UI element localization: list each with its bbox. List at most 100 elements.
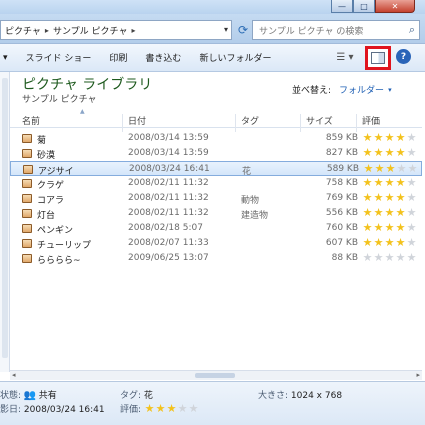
- column-header-rating[interactable]: 評価: [362, 114, 380, 127]
- close-button[interactable]: ✕: [375, 0, 415, 13]
- star-icon[interactable]: ★: [384, 207, 395, 219]
- star-icon[interactable]: ★: [373, 132, 384, 144]
- scroll-right-icon[interactable]: ▸: [416, 371, 420, 379]
- star-icon[interactable]: ★: [406, 207, 417, 219]
- breadcrumb-separator-icon[interactable]: ▸: [131, 26, 135, 35]
- breadcrumb-sample-pictures[interactable]: サンプル ピクチャ: [53, 24, 128, 37]
- horizontal-scrollbar[interactable]: ◂ ▸: [10, 370, 422, 380]
- file-row[interactable]: クラゲ 2008/02/11 11:32 758 KB ★ ★ ★ ★ ★: [10, 176, 422, 191]
- rating-stars[interactable]: ★ ★ ★ ★ ★: [362, 252, 417, 264]
- star-icon[interactable]: ★: [395, 132, 406, 144]
- star-icon[interactable]: ★: [144, 402, 155, 415]
- arrange-by-dropdown[interactable]: フォルダー: [339, 83, 384, 96]
- star-icon[interactable]: ★: [384, 147, 395, 159]
- star-icon[interactable]: ★: [373, 192, 384, 204]
- star-icon[interactable]: ★: [188, 402, 199, 415]
- address-dropdown-icon[interactable]: ▾: [224, 25, 228, 34]
- file-row[interactable]: チューリップ 2008/02/07 11:33 607 KB ★ ★ ★ ★ ★: [10, 236, 422, 251]
- star-icon[interactable]: ★: [384, 237, 395, 249]
- star-icon[interactable]: ★: [395, 222, 406, 234]
- rating-stars[interactable]: ★ ★ ★ ★ ★: [144, 402, 199, 415]
- star-icon[interactable]: ★: [384, 177, 395, 189]
- print-button[interactable]: 印刷: [100, 47, 136, 69]
- search-icon[interactable]: ⌕: [409, 23, 415, 37]
- address-bar[interactable]: ピクチャ ▸ サンプル ピクチャ ▸ ▾: [0, 20, 232, 40]
- star-icon[interactable]: ★: [384, 132, 395, 144]
- star-icon[interactable]: ★: [362, 252, 373, 264]
- refresh-icon[interactable]: ⟳: [234, 20, 252, 40]
- star-icon[interactable]: ★: [384, 252, 395, 264]
- breadcrumb-separator-icon[interactable]: ▸: [45, 26, 49, 35]
- file-row[interactable]: 砂漠 2008/03/14 13:59 827 KB ★ ★ ★ ★ ★: [10, 146, 422, 161]
- slideshow-button[interactable]: スライド ショー: [17, 47, 101, 69]
- file-row-selected[interactable]: アジサイ 2008/03/24 16:41 花 589 KB ★ ★ ★ ★ ★: [10, 161, 422, 177]
- rating-stars[interactable]: ★ ★ ★ ★ ★: [363, 163, 418, 175]
- star-icon[interactable]: ★: [407, 163, 418, 175]
- star-icon[interactable]: ★: [362, 177, 373, 189]
- rating-stars[interactable]: ★ ★ ★ ★ ★: [362, 207, 417, 219]
- star-icon[interactable]: ★: [373, 207, 384, 219]
- star-icon[interactable]: ★: [362, 147, 373, 159]
- new-folder-button[interactable]: 新しいフォルダー: [190, 47, 280, 69]
- star-icon[interactable]: ★: [362, 192, 373, 204]
- scrollbar-thumb[interactable]: [195, 373, 235, 378]
- star-icon[interactable]: ★: [374, 163, 385, 175]
- star-icon[interactable]: ★: [155, 402, 166, 415]
- star-icon[interactable]: ★: [384, 192, 395, 204]
- star-icon[interactable]: ★: [373, 222, 384, 234]
- rating-stars[interactable]: ★ ★ ★ ★ ★: [362, 237, 417, 249]
- navigation-scrollbar[interactable]: [2, 78, 8, 358]
- star-icon[interactable]: ★: [373, 177, 384, 189]
- burn-button[interactable]: 書き込む: [136, 47, 190, 69]
- star-icon[interactable]: ★: [406, 132, 417, 144]
- rating-stars[interactable]: ★ ★ ★ ★ ★: [362, 192, 417, 204]
- help-icon[interactable]: ?: [396, 49, 411, 64]
- star-icon[interactable]: ★: [406, 177, 417, 189]
- minimize-button[interactable]: —: [331, 0, 353, 13]
- star-icon[interactable]: ★: [166, 402, 177, 415]
- preview-pane-button[interactable]: [365, 46, 391, 70]
- star-icon[interactable]: ★: [395, 237, 406, 249]
- star-icon[interactable]: ★: [384, 222, 395, 234]
- star-icon[interactable]: ★: [406, 147, 417, 159]
- star-icon[interactable]: ★: [362, 132, 373, 144]
- star-icon[interactable]: ★: [363, 163, 374, 175]
- file-row[interactable]: 灯台 2008/02/11 11:32 建造物 556 KB ★ ★ ★ ★ ★: [10, 206, 422, 221]
- file-row[interactable]: 菊 2008/03/14 13:59 859 KB ★ ★ ★ ★ ★: [10, 131, 422, 146]
- star-icon[interactable]: ★: [395, 177, 406, 189]
- column-header-tag[interactable]: タグ: [241, 114, 259, 127]
- star-icon[interactable]: ★: [395, 147, 406, 159]
- column-header-size[interactable]: サイズ: [306, 114, 333, 127]
- scroll-left-icon[interactable]: ◂: [12, 371, 16, 379]
- tag-value[interactable]: 花: [144, 391, 153, 401]
- star-icon[interactable]: ★: [373, 252, 384, 264]
- star-icon[interactable]: ★: [177, 402, 188, 415]
- maximize-button[interactable]: □: [353, 0, 375, 13]
- file-row[interactable]: コアラ 2008/02/11 11:32 動物 769 KB ★ ★ ★ ★ ★: [10, 191, 422, 206]
- search-input[interactable]: サンプル ピクチャ の検索 ⌕: [252, 20, 420, 40]
- column-header-name[interactable]: 名前: [22, 114, 40, 127]
- rating-stars[interactable]: ★ ★ ★ ★ ★: [362, 177, 417, 189]
- file-row[interactable]: らららら~ 2009/06/25 13:07 88 KB ★ ★ ★ ★ ★: [10, 251, 422, 266]
- breadcrumb-pictures[interactable]: ピクチャ: [5, 24, 41, 37]
- star-icon[interactable]: ★: [373, 237, 384, 249]
- star-icon[interactable]: ★: [406, 237, 417, 249]
- star-icon[interactable]: ★: [362, 237, 373, 249]
- star-icon[interactable]: ★: [395, 192, 406, 204]
- arrange-caret-icon[interactable]: ▾: [388, 86, 392, 94]
- star-icon[interactable]: ★: [396, 163, 407, 175]
- column-header-date[interactable]: 日付: [128, 114, 146, 127]
- star-icon[interactable]: ★: [385, 163, 396, 175]
- star-icon[interactable]: ★: [362, 207, 373, 219]
- star-icon[interactable]: ★: [362, 222, 373, 234]
- star-icon[interactable]: ★: [406, 252, 417, 264]
- rating-stars[interactable]: ★ ★ ★ ★ ★: [362, 222, 417, 234]
- file-row[interactable]: ペンギン 2008/02/18 5:07 760 KB ★ ★ ★ ★ ★: [10, 221, 422, 236]
- star-icon[interactable]: ★: [395, 207, 406, 219]
- star-icon[interactable]: ★: [406, 192, 417, 204]
- star-icon[interactable]: ★: [406, 222, 417, 234]
- star-icon[interactable]: ★: [395, 252, 406, 264]
- star-icon[interactable]: ★: [373, 147, 384, 159]
- rating-stars[interactable]: ★ ★ ★ ★ ★: [362, 132, 417, 144]
- organize-menu-button[interactable]: ▾: [0, 47, 17, 69]
